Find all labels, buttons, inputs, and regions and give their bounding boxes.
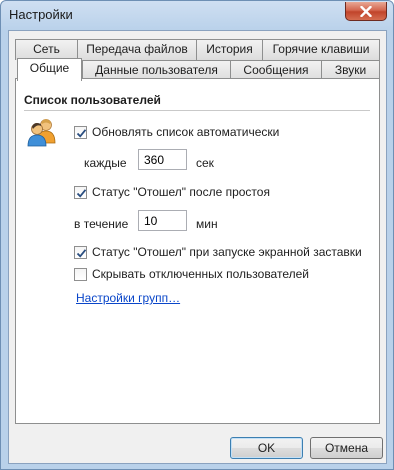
group-settings-link[interactable]: Настройки групп… — [76, 291, 180, 305]
away-screensaver-checkbox[interactable] — [74, 245, 87, 259]
checkmark-icon — [76, 128, 87, 138]
checkmark-icon — [76, 188, 87, 198]
tab-panel-general: Список пользователей Обновлять список ав… — [15, 78, 380, 424]
away-idle-option[interactable]: Статус "Отошел" после простоя — [74, 185, 270, 199]
seconds-unit-label: сек — [196, 156, 214, 170]
window-title: Настройки — [9, 7, 73, 22]
hide-offline-checkbox[interactable] — [74, 267, 87, 281]
minutes-unit-label: мин — [196, 217, 218, 231]
group-divider — [24, 110, 370, 111]
hide-offline-label: Скрывать отключенных пользователей — [92, 267, 309, 281]
users-icon — [27, 119, 56, 147]
settings-window: Настройки Сеть Передача файлов История Г… — [0, 0, 394, 470]
close-button[interactable] — [345, 2, 387, 21]
dialog-client-area: Сеть Передача файлов История Горячие кла… — [8, 30, 387, 464]
tab-file-transfer[interactable]: Передача файлов — [77, 39, 197, 60]
group-title: Список пользователей — [24, 93, 161, 107]
hide-offline-option[interactable]: Скрывать отключенных пользователей — [74, 267, 309, 281]
checkmark-icon — [76, 248, 87, 258]
every-label: каждые — [84, 156, 127, 170]
update-interval-input[interactable] — [138, 149, 187, 170]
tab-hotkeys[interactable]: Горячие клавиши — [262, 39, 380, 60]
close-icon — [360, 5, 372, 17]
ok-button[interactable]: OK — [230, 437, 303, 459]
away-screensaver-label: Статус "Отошел" при запуске экранной зас… — [92, 245, 362, 259]
auto-update-label: Обновлять список автоматически — [92, 125, 280, 139]
tab-network[interactable]: Сеть — [15, 39, 78, 60]
idle-time-input[interactable] — [138, 210, 187, 231]
during-label: в течение — [74, 217, 129, 231]
away-idle-checkbox[interactable] — [74, 185, 87, 199]
tab-general[interactable]: Общие — [17, 58, 82, 81]
auto-update-checkbox[interactable] — [74, 125, 87, 139]
away-idle-label: Статус "Отошел" после простоя — [92, 185, 270, 199]
title-bar[interactable]: Настройки — [1, 1, 393, 29]
tab-history[interactable]: История — [196, 39, 263, 60]
auto-update-option[interactable]: Обновлять список автоматически — [74, 125, 279, 139]
cancel-button[interactable]: Отмена — [310, 437, 383, 459]
away-screensaver-option[interactable]: Статус "Отошел" при запуске экранной зас… — [74, 245, 362, 259]
